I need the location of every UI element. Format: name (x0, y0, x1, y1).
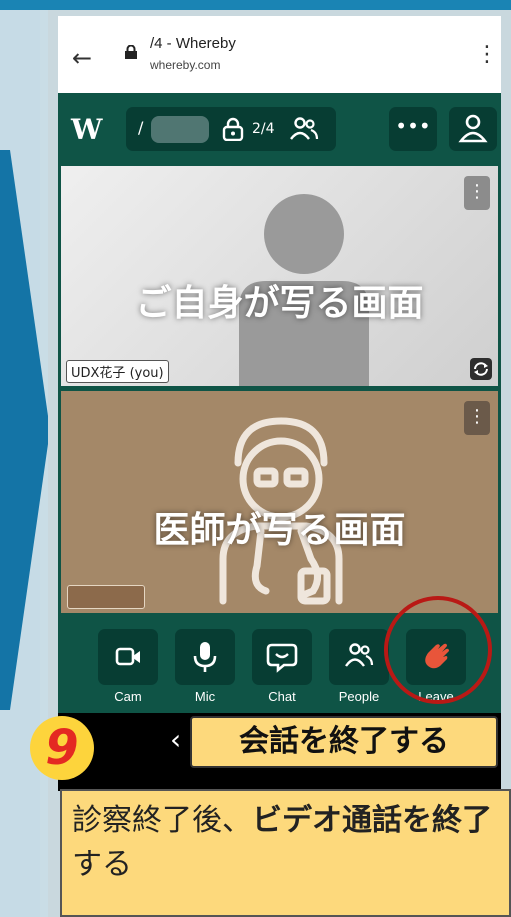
self-video-tile: ⋮ ご自身が写る画面 UDX花子 (you) (61, 166, 498, 386)
chat-bubble-icon (266, 643, 298, 673)
tile-menu-icon[interactable]: ⋮ (464, 401, 490, 435)
instruction-suffix: する (72, 847, 132, 882)
page-domain[interactable]: whereby.com (150, 58, 220, 72)
people-icon (290, 117, 319, 140)
step-number: 9 (45, 720, 79, 776)
cam-button[interactable] (98, 629, 158, 685)
profile-icon (458, 114, 488, 143)
doctor-screen-caption: 医師が写る画面 (153, 510, 406, 551)
leave-highlight-circle (384, 596, 492, 704)
page-title[interactable]: /4 - Whereby (150, 35, 236, 52)
people-icon (345, 643, 374, 667)
doctor-video-tile: ⋮ 医師が写る画面 (61, 391, 498, 613)
chat-label: Chat (268, 689, 296, 704)
blurred-room-name (151, 116, 209, 143)
nav-back-icon[interactable]: ‹ (170, 723, 181, 756)
chat-button[interactable] (252, 629, 312, 685)
instruction-emphasis: ビデオ通話を終了 (252, 803, 492, 838)
mic-button[interactable] (175, 629, 235, 685)
back-arrow-icon[interactable]: ← (72, 44, 92, 72)
room-lock-icon (222, 117, 244, 141)
end-call-callout: 会話を終了する (190, 716, 498, 768)
profile-button[interactable] (449, 107, 497, 151)
tile-menu-icon[interactable]: ⋮ (464, 176, 490, 210)
instruction-text: 診察終了後、 (72, 803, 252, 838)
room-toolbar: W / 2/4 ••• (58, 93, 501, 166)
self-screen-caption: ご自身が写る画面 (135, 283, 424, 324)
browser-menu-icon[interactable]: ⋮ (476, 42, 498, 67)
top-blue-bar (0, 0, 511, 10)
cam-label: Cam (114, 689, 142, 704)
participant-count: 2/4 (252, 121, 275, 137)
microphone-icon (193, 642, 217, 672)
self-name-label: UDX花子 (you) (66, 360, 169, 383)
doctor-name-label-blurred (67, 585, 145, 609)
step-arrow-shape (0, 150, 50, 710)
instruction-box: 診察終了後、ビデオ通話を終了する (60, 789, 511, 917)
people-label: People (338, 689, 380, 704)
more-options-button[interactable]: ••• (389, 107, 437, 151)
lock-icon (125, 45, 137, 59)
switch-camera-icon[interactable] (470, 358, 492, 380)
whereby-logo: W (71, 113, 103, 146)
people-button[interactable] (329, 629, 389, 685)
room-info-pill[interactable]: / 2/4 (126, 107, 336, 151)
room-name: / (138, 118, 144, 137)
mic-label: Mic (194, 689, 216, 704)
camera-icon (115, 647, 140, 666)
browser-address-bar: ← /4 - Whereby whereby.com ⋮ (58, 16, 501, 93)
